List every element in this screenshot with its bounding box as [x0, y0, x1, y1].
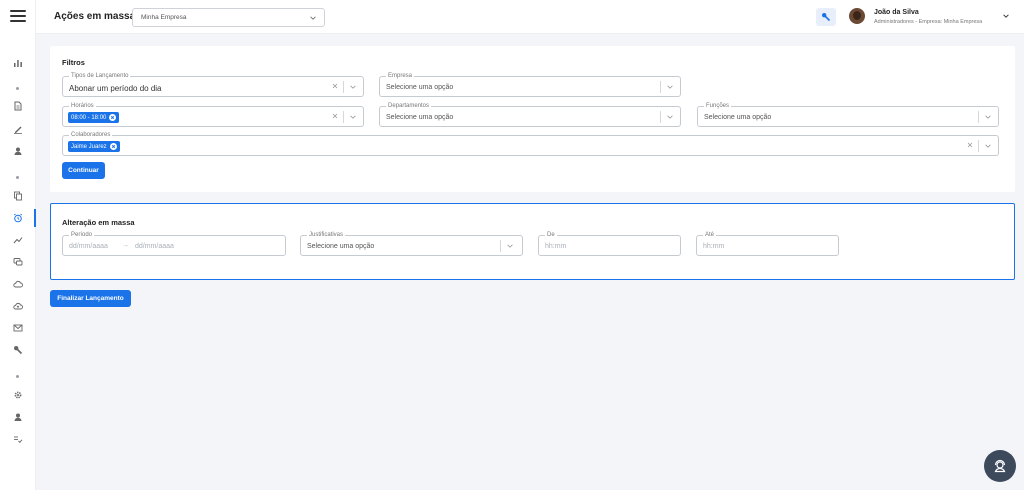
ate-label: Até — [703, 231, 717, 239]
clear-icon[interactable] — [331, 112, 339, 120]
chevron-down-icon[interactable] — [666, 83, 674, 91]
periodo-range[interactable]: Período dd/mm/aaaa → dd/mm/aaaa — [62, 231, 286, 256]
colaboradores-select[interactable]: Colaboradores Jaime Juarez — [62, 131, 999, 156]
periodo-end-input[interactable]: dd/mm/aaaa — [135, 243, 174, 250]
colaboradores-label: Colaboradores — [69, 131, 113, 139]
de-placeholder: hh:mm — [545, 243, 567, 250]
horarios-label: Horários — [69, 102, 96, 110]
mass-change-card: Alteração em massa Período dd/mm/aaaa → … — [50, 203, 1015, 280]
filters-card: Filtros Tipos de Lançamento Abonar um pe… — [50, 46, 1015, 192]
departamentos-placeholder: Selecione uma opção — [386, 114, 454, 121]
chat-icon[interactable] — [11, 255, 25, 269]
ate-placeholder: hh:mm — [703, 243, 725, 250]
justificativas-select[interactable]: Justificativas Selecione uma opção — [300, 231, 523, 256]
chevron-down-icon[interactable] — [506, 242, 514, 250]
chart-icon[interactable] — [11, 56, 25, 70]
gear-icon[interactable] — [11, 388, 25, 402]
sidebar — [0, 0, 36, 490]
active-indicator — [34, 209, 36, 227]
support-chat-button[interactable] — [984, 450, 1016, 482]
departamentos-label: Departamentos — [386, 102, 432, 110]
horarios-select[interactable]: Horários 08:00 - 18:00 — [62, 102, 364, 127]
menu-icon[interactable] — [10, 10, 26, 24]
section-dot — [16, 375, 19, 378]
chevron-down-icon[interactable] — [984, 113, 992, 121]
mail-icon[interactable] — [11, 321, 25, 335]
pen-icon[interactable] — [11, 122, 25, 136]
section-dot — [16, 176, 19, 179]
departamentos-select[interactable]: Departamentos Selecione uma opção — [379, 102, 681, 127]
empresa-label: Empresa — [386, 72, 415, 80]
ate-time-input[interactable]: Até hh:mm — [696, 231, 839, 256]
horario-chip[interactable]: 08:00 - 18:00 — [68, 112, 120, 123]
funcoes-label: Funções — [704, 102, 732, 110]
finalize-button[interactable]: Finalizar Lançamento — [50, 290, 131, 307]
chevron-down-icon[interactable] — [349, 83, 357, 91]
colaborador-chip-label: Jaime Juarez — [71, 143, 107, 150]
remove-chip-icon[interactable] — [109, 143, 117, 150]
empresa-select[interactable]: Empresa Selecione uma opção — [379, 72, 681, 97]
alarm-clock-icon[interactable] — [11, 211, 25, 225]
periodo-start-input[interactable]: dd/mm/aaaa — [69, 243, 108, 250]
empresa-placeholder: Selecione uma opção — [386, 84, 454, 91]
chevron-down-icon[interactable] — [349, 113, 357, 121]
cloud-icon[interactable] — [11, 277, 25, 291]
tools-button[interactable] — [816, 8, 836, 26]
user-name: João da Silva — [874, 9, 919, 16]
page-title: Ações em massa — [54, 11, 136, 22]
wrench-icon[interactable] — [11, 343, 25, 357]
tipos-lancamento-label: Tipos de Lançamento — [69, 72, 131, 80]
chevron-down-icon[interactable] — [1002, 12, 1010, 20]
de-label: De — [545, 231, 557, 239]
chevron-down-icon — [310, 16, 316, 20]
copy-icon[interactable] — [11, 189, 25, 203]
person-icon[interactable] — [11, 410, 25, 424]
tipos-lancamento-value: Abonar um período do dia — [69, 84, 162, 93]
arrow-right-icon: → — [122, 242, 129, 249]
tipos-lancamento-select[interactable]: Tipos de Lançamento Abonar um período do… — [62, 72, 364, 97]
company-select-value: Minha Empresa — [141, 14, 187, 21]
top-header: Ações em massa Minha Empresa João da Sil… — [36, 0, 1024, 34]
funcoes-select[interactable]: Funções Selecione uma opção — [697, 102, 999, 127]
document-icon[interactable] — [11, 99, 25, 113]
continue-button[interactable]: Continuar — [62, 162, 105, 179]
wrench-icon — [822, 13, 831, 22]
colaborador-chip[interactable]: Jaime Juarez — [68, 141, 120, 152]
cloud-upload-icon[interactable] — [11, 299, 25, 313]
clear-icon[interactable] — [331, 82, 339, 90]
checklist-icon[interactable] — [11, 432, 25, 446]
funcoes-placeholder: Selecione uma opção — [704, 114, 772, 121]
de-time-input[interactable]: De hh:mm — [538, 231, 681, 256]
mass-change-title: Alteração em massa — [62, 218, 135, 227]
justificativas-label: Justificativas — [307, 231, 346, 239]
avatar[interactable] — [849, 8, 865, 24]
trend-icon[interactable] — [11, 233, 25, 247]
filters-title: Filtros — [62, 58, 85, 67]
chevron-down-icon[interactable] — [984, 142, 992, 150]
company-select[interactable]: Minha Empresa — [132, 8, 325, 27]
chevron-down-icon[interactable] — [666, 113, 674, 121]
periodo-label: Período — [69, 231, 95, 239]
horario-chip-label: 08:00 - 18:00 — [71, 114, 107, 121]
support-agent-icon — [994, 459, 1006, 473]
remove-chip-icon[interactable] — [109, 114, 117, 121]
clear-icon[interactable] — [966, 141, 974, 149]
section-dot — [16, 87, 19, 90]
justificativas-placeholder: Selecione uma opção — [307, 243, 375, 250]
user-subtitle: Administradores - Empresa: Minha Empresa — [874, 19, 983, 25]
user-icon[interactable] — [11, 144, 25, 158]
